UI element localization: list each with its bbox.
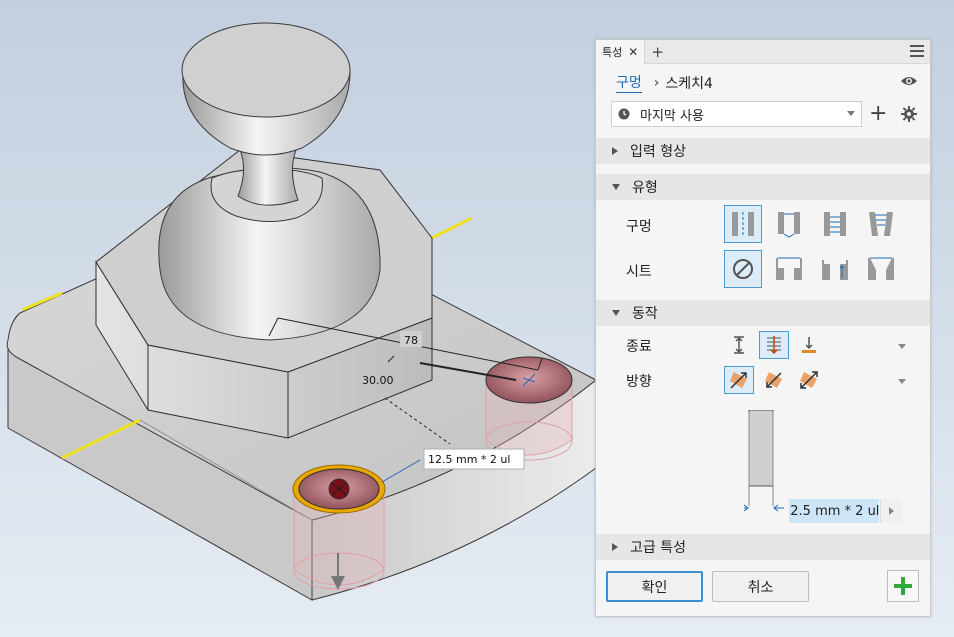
to-face-icon — [802, 337, 816, 353]
hole-preview-selected[interactable] — [292, 464, 386, 590]
collapse-arrow-icon — [612, 184, 620, 190]
flip-direction-button[interactable] — [759, 366, 789, 394]
chevron-down-icon — [847, 111, 855, 116]
counterbore-icon — [776, 257, 802, 280]
preset-value: 마지막 사용 — [640, 108, 704, 124]
breadcrumb-feature[interactable]: 구멍 — [616, 72, 642, 93]
section-type-label: 유형 — [632, 180, 658, 196]
preset-dropdown[interactable]: 마지막 사용 — [611, 101, 862, 127]
collapse-arrow-icon — [612, 310, 620, 316]
termination-dropdown-arrow[interactable] — [898, 344, 906, 349]
section-behavior[interactable]: 동작 — [596, 300, 930, 326]
no-seat-button[interactable] — [724, 250, 762, 288]
clock-icon — [618, 108, 630, 120]
add-preset-plus-icon[interactable]: + — [869, 103, 887, 125]
tab-properties[interactable]: 특성 ✕ — [596, 39, 646, 64]
spotface-icon — [822, 260, 848, 280]
breadcrumb-sketch[interactable]: 스케치4 — [665, 73, 713, 93]
section-behavior-label: 동작 — [632, 306, 658, 322]
section-advanced-label: 고급 특성 — [630, 540, 686, 556]
hole-preview-2[interactable] — [485, 356, 573, 461]
tapped-hole-button[interactable] — [816, 205, 854, 243]
close-icon[interactable]: ✕ — [628, 45, 638, 59]
simple-hole-icon — [732, 212, 754, 236]
hole-callout-label: 12.5 mm * 2 ul — [428, 453, 510, 466]
countersink-icon — [868, 257, 894, 280]
hole-diameter-field[interactable]: 12.5 mm * 2 ul — [789, 499, 879, 523]
hole-diameter-value: 12.5 mm * 2 ul — [789, 503, 879, 519]
section-input-geometry[interactable]: 입력 형상 — [596, 138, 930, 164]
symmetric-direction-button[interactable] — [794, 366, 824, 394]
ok-button[interactable]: 확인 — [606, 571, 703, 602]
countersink-button[interactable] — [862, 250, 900, 288]
plus-icon[interactable]: + — [651, 43, 664, 61]
direction-dropdown-arrow[interactable] — [898, 379, 906, 384]
simple-hole-button[interactable] — [724, 205, 762, 243]
section-advanced[interactable]: 고급 특성 — [596, 534, 930, 560]
breadcrumb: 구멍 › 스케치4 — [616, 72, 713, 93]
green-plus-icon — [894, 577, 912, 595]
cancel-button[interactable]: 취소 — [712, 571, 809, 602]
gear-icon[interactable] — [901, 106, 917, 122]
through-all-icon — [767, 336, 781, 355]
clearance-hole-button[interactable] — [770, 205, 808, 243]
properties-panel: 특성 ✕ + 구멍 › 스케치4 마지막 사용 + 입력 형상 유형 구멍 시트… — [595, 39, 931, 617]
cancel-button-label: 취소 — [747, 579, 774, 596]
spotface-button[interactable] — [816, 250, 854, 288]
dimension-78-label: 78 — [404, 334, 418, 347]
expand-arrow-icon — [612, 147, 618, 155]
distance-icon — [734, 336, 744, 354]
taper-tapped-hole-button[interactable] — [862, 205, 900, 243]
dimension-30-label: 30.00 — [362, 374, 394, 387]
eye-icon[interactable] — [900, 75, 918, 87]
termination-label: 종료 — [626, 339, 652, 355]
diameter-flyout-arrow[interactable] — [880, 499, 902, 523]
breadcrumb-chevron-icon: › — [653, 74, 660, 91]
symmetric-direction-icon — [800, 371, 818, 389]
tab-properties-label: 특성 — [602, 45, 623, 59]
panel-tab-bar: 특성 ✕ + — [596, 39, 930, 64]
apply-button[interactable] — [887, 570, 919, 602]
default-direction-button[interactable] — [724, 366, 754, 394]
clearance-hole-icon — [778, 212, 800, 238]
direction-label: 방향 — [626, 374, 652, 390]
none-icon — [733, 259, 753, 279]
menu-icon[interactable] — [910, 45, 924, 57]
default-direction-icon — [730, 372, 747, 389]
to-termination-button[interactable] — [794, 331, 824, 359]
expand-arrow-icon — [612, 543, 618, 551]
section-type[interactable]: 유형 — [596, 174, 930, 200]
counterbore-button[interactable] — [770, 250, 808, 288]
hole-type-label: 구멍 — [626, 219, 652, 235]
seat-type-label: 시트 — [626, 264, 652, 280]
distance-termination-button[interactable] — [724, 331, 754, 359]
taper-tapped-hole-icon — [869, 212, 893, 236]
ok-button-label: 확인 — [641, 579, 668, 596]
flip-direction-icon — [765, 372, 782, 388]
tapped-hole-icon — [824, 212, 846, 236]
through-all-termination-button[interactable] — [759, 331, 789, 359]
section-input-geometry-label: 입력 형상 — [630, 144, 686, 160]
